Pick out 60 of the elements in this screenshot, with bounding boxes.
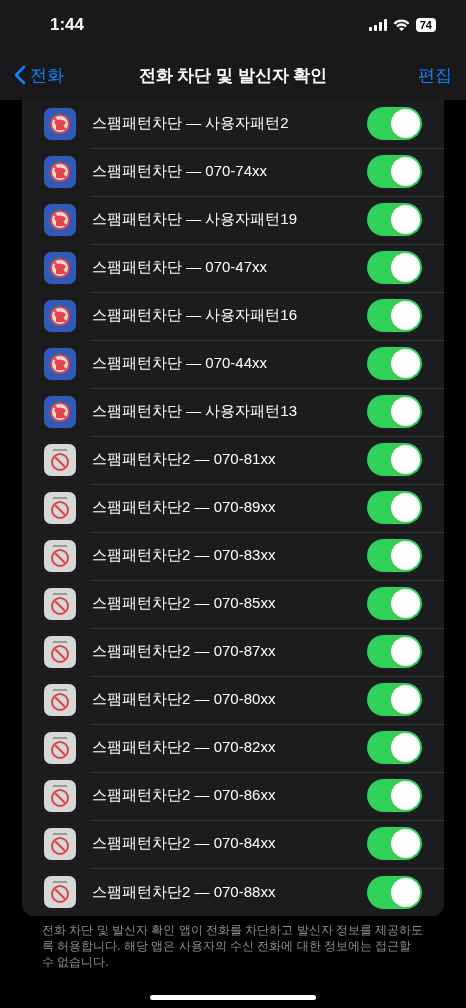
prohibit-icon bbox=[44, 492, 76, 524]
prohibit-icon bbox=[44, 588, 76, 620]
phone-block-icon bbox=[44, 252, 76, 284]
battery-level: 74 bbox=[415, 18, 436, 32]
app-label: 스팸패턴차단 — 사용자패턴19 bbox=[92, 210, 299, 229]
app-label: 스팸패턴차단2 — 070-85xx bbox=[92, 594, 277, 613]
prohibit-icon bbox=[44, 444, 76, 476]
phone-block-icon bbox=[44, 156, 76, 188]
toggle-switch[interactable] bbox=[367, 395, 422, 428]
toggle-switch[interactable] bbox=[367, 491, 422, 524]
toggle-switch[interactable] bbox=[367, 299, 422, 332]
app-label: 스팸패턴차단2 — 070-89xx bbox=[92, 498, 277, 517]
phone-block-icon bbox=[44, 396, 76, 428]
phone-block-icon bbox=[44, 348, 76, 380]
app-label: 스팸패턴차단2 — 070-87xx bbox=[92, 642, 277, 661]
app-label: 스팸패턴차단2 — 070-88xx bbox=[92, 882, 277, 902]
wifi-icon bbox=[392, 19, 410, 31]
toggle-switch[interactable] bbox=[367, 827, 422, 860]
toggle-switch[interactable] bbox=[367, 539, 422, 572]
status-time: 1:44 bbox=[50, 15, 86, 35]
toggle-switch[interactable] bbox=[367, 779, 422, 812]
prohibit-icon bbox=[44, 780, 76, 812]
phone-block-icon bbox=[44, 204, 76, 236]
back-button[interactable]: 전화 bbox=[14, 63, 64, 87]
app-label: 스팸패턴차단 — 070-44xx bbox=[92, 354, 269, 373]
prohibit-icon bbox=[44, 732, 76, 764]
prohibit-icon bbox=[44, 876, 76, 908]
toggle-switch[interactable] bbox=[367, 443, 422, 476]
prohibit-icon bbox=[44, 636, 76, 668]
toggle-switch[interactable] bbox=[367, 107, 422, 140]
toggle-switch[interactable] bbox=[367, 731, 422, 764]
toggle-switch[interactable] bbox=[367, 683, 422, 716]
signal-icon bbox=[368, 19, 387, 31]
prohibit-icon bbox=[44, 540, 76, 572]
toggle-switch[interactable] bbox=[367, 251, 422, 284]
app-label: 스팸패턴차단2 — 070-81xx bbox=[92, 450, 277, 469]
footer-note: 전화 차단 및 발신자 확인 앱이 전화를 차단하고 발신자 정보를 제공하도록 허용합니다. 해당 앱은 사용자의 수신 전화에 대한 정보에는 접근할 수 없습니다. bbox=[42, 922, 424, 970]
app-label: 스팸패턴차단 — 사용자패턴2 bbox=[92, 114, 290, 133]
app-label: 스팸패턴차단2 — 070-84xx bbox=[92, 834, 277, 853]
screen-title: 전화 차단 및 발신자 확인 bbox=[138, 64, 328, 87]
app-label: 스팸패턴차단 — 사용자패턴16 bbox=[92, 306, 299, 325]
phone-block-icon bbox=[44, 300, 76, 332]
chevron-left-icon bbox=[14, 65, 26, 85]
app-label: 스팸패턴차단 — 070-74xx bbox=[92, 162, 269, 181]
toggle-switch[interactable] bbox=[367, 347, 422, 380]
prohibit-icon bbox=[44, 684, 76, 716]
phone-block-icon bbox=[44, 108, 76, 140]
app-label: 스팸패턴차단2 — 070-80xx bbox=[92, 690, 277, 709]
app-label: 스팸패턴차단 — 070-47xx bbox=[92, 258, 269, 277]
prohibit-icon bbox=[44, 828, 76, 860]
toggle-switch[interactable] bbox=[367, 875, 422, 909]
toggle-switch[interactable] bbox=[367, 635, 422, 668]
edit-button[interactable]: 편집 bbox=[418, 63, 452, 87]
app-label: 스팸패턴차단2 — 070-86xx bbox=[92, 786, 277, 805]
toggle-switch[interactable] bbox=[367, 203, 422, 236]
toggle-switch[interactable] bbox=[367, 587, 422, 620]
toggle-switch[interactable] bbox=[367, 155, 422, 188]
app-label: 스팸패턴차단2 — 070-83xx bbox=[92, 546, 277, 565]
app-label: 스팸패턴차단2 — 070-82xx bbox=[92, 738, 277, 757]
app-label: 스팸패턴차단 — 사용자패턴13 bbox=[92, 402, 299, 421]
